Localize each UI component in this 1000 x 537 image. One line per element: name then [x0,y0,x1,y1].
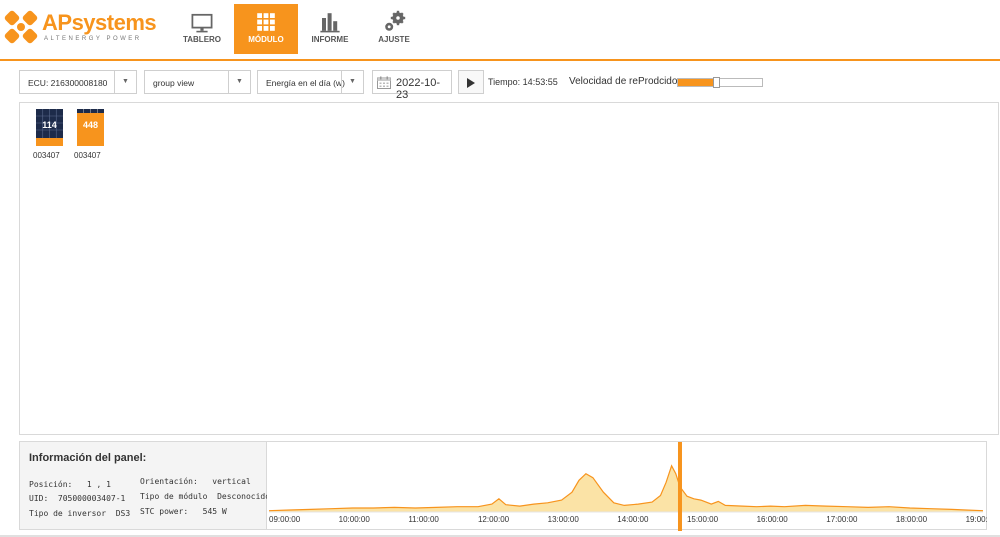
date-picker[interactable]: 2022-10-23 [372,70,452,101]
module-value: 448 [82,120,99,130]
bar-chart-icon [320,13,340,33]
inverter-row: Tipo de inversor DS3 [29,509,130,518]
logo-wordmark-ap: AP [42,10,72,35]
solar-panel-icon: 114 [36,109,63,146]
play-icon [467,78,475,88]
date-value: 2022-10-23 [396,77,441,101]
x-tick-label: 09:00:00 [269,515,301,524]
chevron-down-icon: ▼ [114,71,136,93]
x-tick-label: 19:00:00 [966,515,987,524]
nav-modulo[interactable]: MÓDULO [234,4,298,54]
uid-label: UID: [29,494,49,503]
module-type-value: Desconocido [217,492,271,501]
speed-label: Velocidad de reProdcido [569,76,678,87]
x-tick-label: 16:00:00 [757,515,789,524]
inverter-value: DS3 [115,509,131,518]
grid-icon [257,13,275,31]
right-edge-panel [987,441,1000,530]
gears-icon [385,10,406,31]
x-tick-label: 17:00:00 [826,515,858,524]
calendar-icon [377,76,391,89]
module-id: 003407 [33,151,60,160]
module-tile[interactable]: 114 003407 [33,109,66,160]
module-status-bar [77,138,104,146]
orientation-row: Orientación: vertical [140,477,251,486]
uid-row: UID: 705000003407-1 [29,494,125,503]
panel-info-box: Información del panel: Posición: 1 , 1 U… [19,441,270,530]
apsystems-logo[interactable]: APsystems ALTENERGY POWER [4,8,157,48]
play-button[interactable] [458,70,484,94]
speed-slider-handle[interactable] [712,77,720,88]
nav-tablero-label: TABLERO [182,35,222,44]
logo-mark-icon [4,10,38,44]
module-type-row: Tipo de módulo Desconocido [140,492,270,501]
x-tick-label: 14:00:00 [617,515,649,524]
time-cursor[interactable] [677,442,682,531]
module-id: 003407 [74,151,101,160]
logo-wordmark-systems: systems [71,10,157,35]
module-value: 114 [42,120,57,130]
position-label: Posición: [29,480,73,489]
nav-informe-label: INFORME [311,35,349,44]
energy-chart[interactable]: 09:00:00 10:00:00 11:00:00 12:00:00 13:00:00… [267,441,987,531]
monitor-icon [191,13,213,33]
stc-row: STC power: 545 W [140,507,227,516]
nav-tablero[interactable]: TABLERO [170,4,234,54]
app-header: APsystems ALTENERGY POWER TABLERO MÓDULO [0,0,1000,61]
x-tick-label: 15:00:00 [687,515,719,524]
time-label: Tiempo: 14:53:55 [488,77,558,87]
stc-value: 545 W [202,507,227,516]
view-select[interactable]: group view ▼ [144,70,251,94]
module-layout-area: 114 003407 448 003407 [19,102,999,435]
inverter-label: Tipo de inversor [29,509,107,518]
speed-slider-fill [678,79,716,86]
orientation-value: vertical [212,477,251,486]
energy-line [268,464,984,512]
x-tick-label: 10:00:00 [339,515,371,524]
playback-speed-slider[interactable] [677,77,763,88]
solar-panel-icon: 448 [77,109,104,146]
module-status-bar [36,138,63,146]
ecu-select-value: ECU: 216300008180 [28,78,108,88]
x-tick-label: 18:00:00 [896,515,928,524]
energy-chart-svg: 09:00:00 10:00:00 11:00:00 12:00:00 13:00:00… [268,442,987,531]
logo-wordmark: APsystems [42,10,157,36]
module-tile[interactable]: 448 003407 [74,109,107,160]
nav-modulo-label: MÓDULO [248,35,284,44]
panel-info-title: Información del panel: [29,452,147,464]
x-tick-label: 11:00:00 [408,515,439,524]
x-tick-label: 13:00:00 [548,515,580,524]
metric-select-value: Energía en el día (w) [266,78,345,88]
position-row: Posición: 1 , 1 [29,480,111,489]
x-tick-label: 12:00:00 [478,515,510,524]
view-select-value: group view [153,78,195,88]
toolbar: ECU: 216300008180 ▼ group view ▼ Energía… [0,70,1000,101]
uid-value: 705000003407-1 [57,494,126,503]
chevron-down-icon: ▼ [341,71,363,93]
logo-tagline: ALTENERGY POWER [44,36,142,42]
nav-ajuste-label: AJUSTE [378,35,410,44]
nav-ajuste[interactable]: AJUSTE [362,4,426,54]
ecu-select[interactable]: ECU: 216300008180 ▼ [19,70,137,94]
module-type-label: Tipo de módulo [140,492,208,501]
orientation-label: Orientación: [140,477,198,486]
nav-informe[interactable]: INFORME [298,4,362,54]
stc-label: STC power: [140,507,189,516]
metric-select[interactable]: Energía en el día (w) ▼ [257,70,364,94]
position-value: 1 , 1 [86,480,111,489]
chevron-down-icon: ▼ [228,71,250,93]
